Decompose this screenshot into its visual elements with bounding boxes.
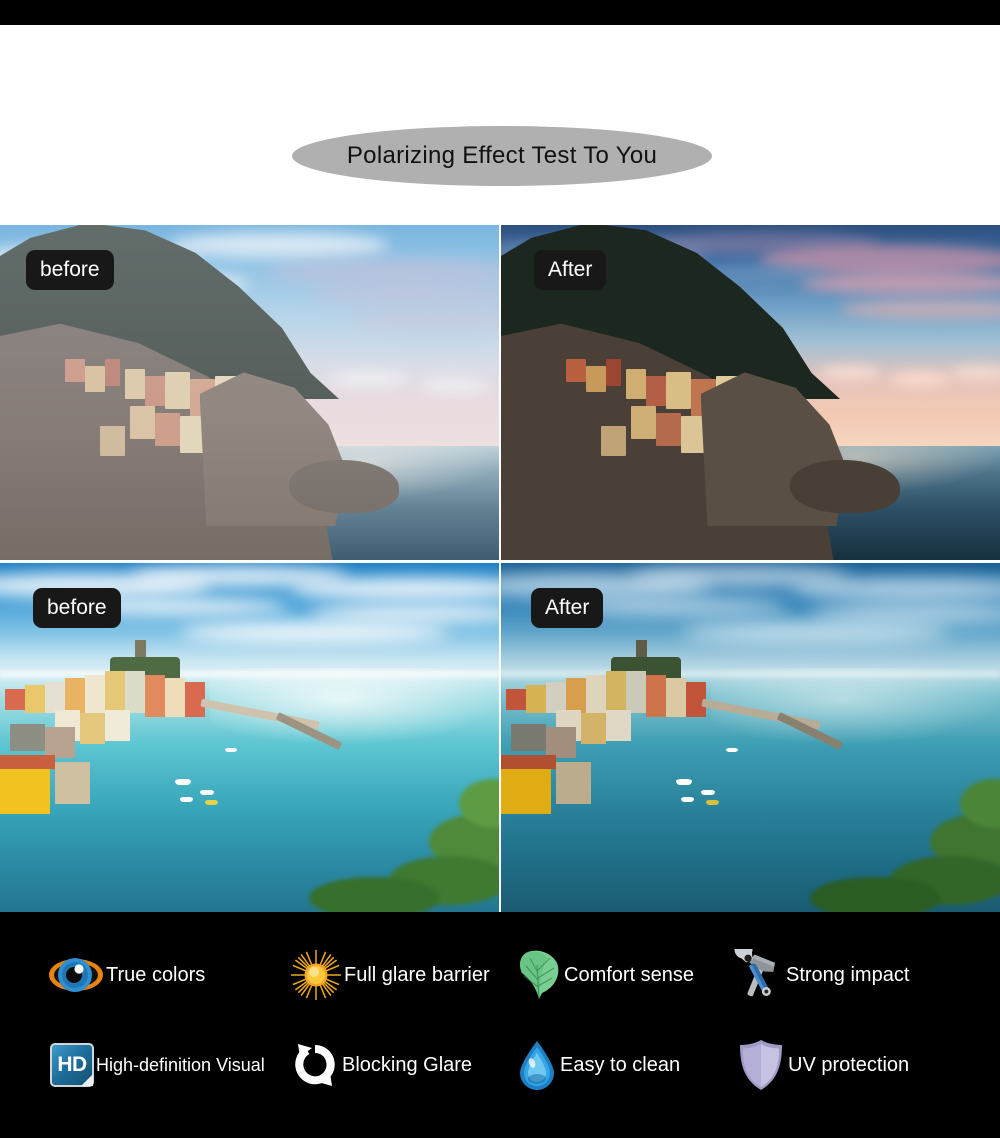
feature-label: High-definition Visual	[96, 1054, 265, 1075]
features-row-1: True colors Full glare barrier Comfort s…	[0, 945, 1000, 1005]
feature-uv-protection: UV protection	[736, 1035, 909, 1095]
comparison-grid: before After before After	[0, 225, 1000, 912]
feature-comfort-sense: Comfort sense	[516, 945, 694, 1005]
feature-label: Easy to clean	[560, 1053, 681, 1076]
feature-high-definition-visual: HD High-definition Visual	[50, 1035, 265, 1095]
feature-label: True colors	[106, 963, 206, 986]
water-drop-icon	[516, 1039, 558, 1091]
feature-blocking-glare: Blocking Glare	[290, 1035, 472, 1095]
feature-full-glare-barrier: Full glare barrier	[290, 945, 490, 1005]
feature-label: Full glare barrier	[344, 963, 490, 986]
leaf-icon	[516, 949, 562, 1001]
feature-strong-impact: Strong impact	[730, 945, 909, 1005]
feature-label: UV protection	[788, 1053, 910, 1076]
top-black-bar	[0, 0, 1000, 25]
label-badge-after-top: After	[534, 250, 607, 290]
refresh-icon	[290, 1040, 340, 1090]
features-row-2: HD High-definition Visual Blocking Glare	[0, 1035, 1000, 1095]
feature-easy-to-clean: Easy to clean	[516, 1035, 680, 1095]
feature-true-colors: True colors	[48, 945, 205, 1005]
comparison-cell-bottom-left: before	[0, 563, 499, 912]
label-badge-after-bottom: After	[531, 588, 604, 628]
label-badge-before-top: before	[26, 250, 114, 290]
feature-label: Blocking Glare	[342, 1053, 473, 1076]
feature-label: Comfort sense	[564, 963, 695, 986]
feature-label: Strong impact	[786, 963, 910, 986]
sun-icon	[290, 949, 342, 1001]
comparison-cell-top-right: After	[501, 225, 1000, 560]
comparison-cell-top-left: before	[0, 225, 499, 560]
comparison-cell-bottom-right: After	[501, 563, 1000, 912]
hd-badge-text: HD	[50, 1043, 94, 1087]
eye-icon	[48, 950, 104, 1000]
features-panel: True colors Full glare barrier Comfort s…	[0, 912, 1000, 1138]
shield-icon	[736, 1038, 786, 1092]
hd-icon: HD	[50, 1043, 94, 1087]
label-badge-before-bottom: before	[33, 588, 121, 628]
tools-icon	[730, 949, 784, 1001]
title-section: Polarizing Effect Test To You	[0, 25, 1000, 225]
page-title: Polarizing Effect Test To You	[346, 142, 658, 169]
